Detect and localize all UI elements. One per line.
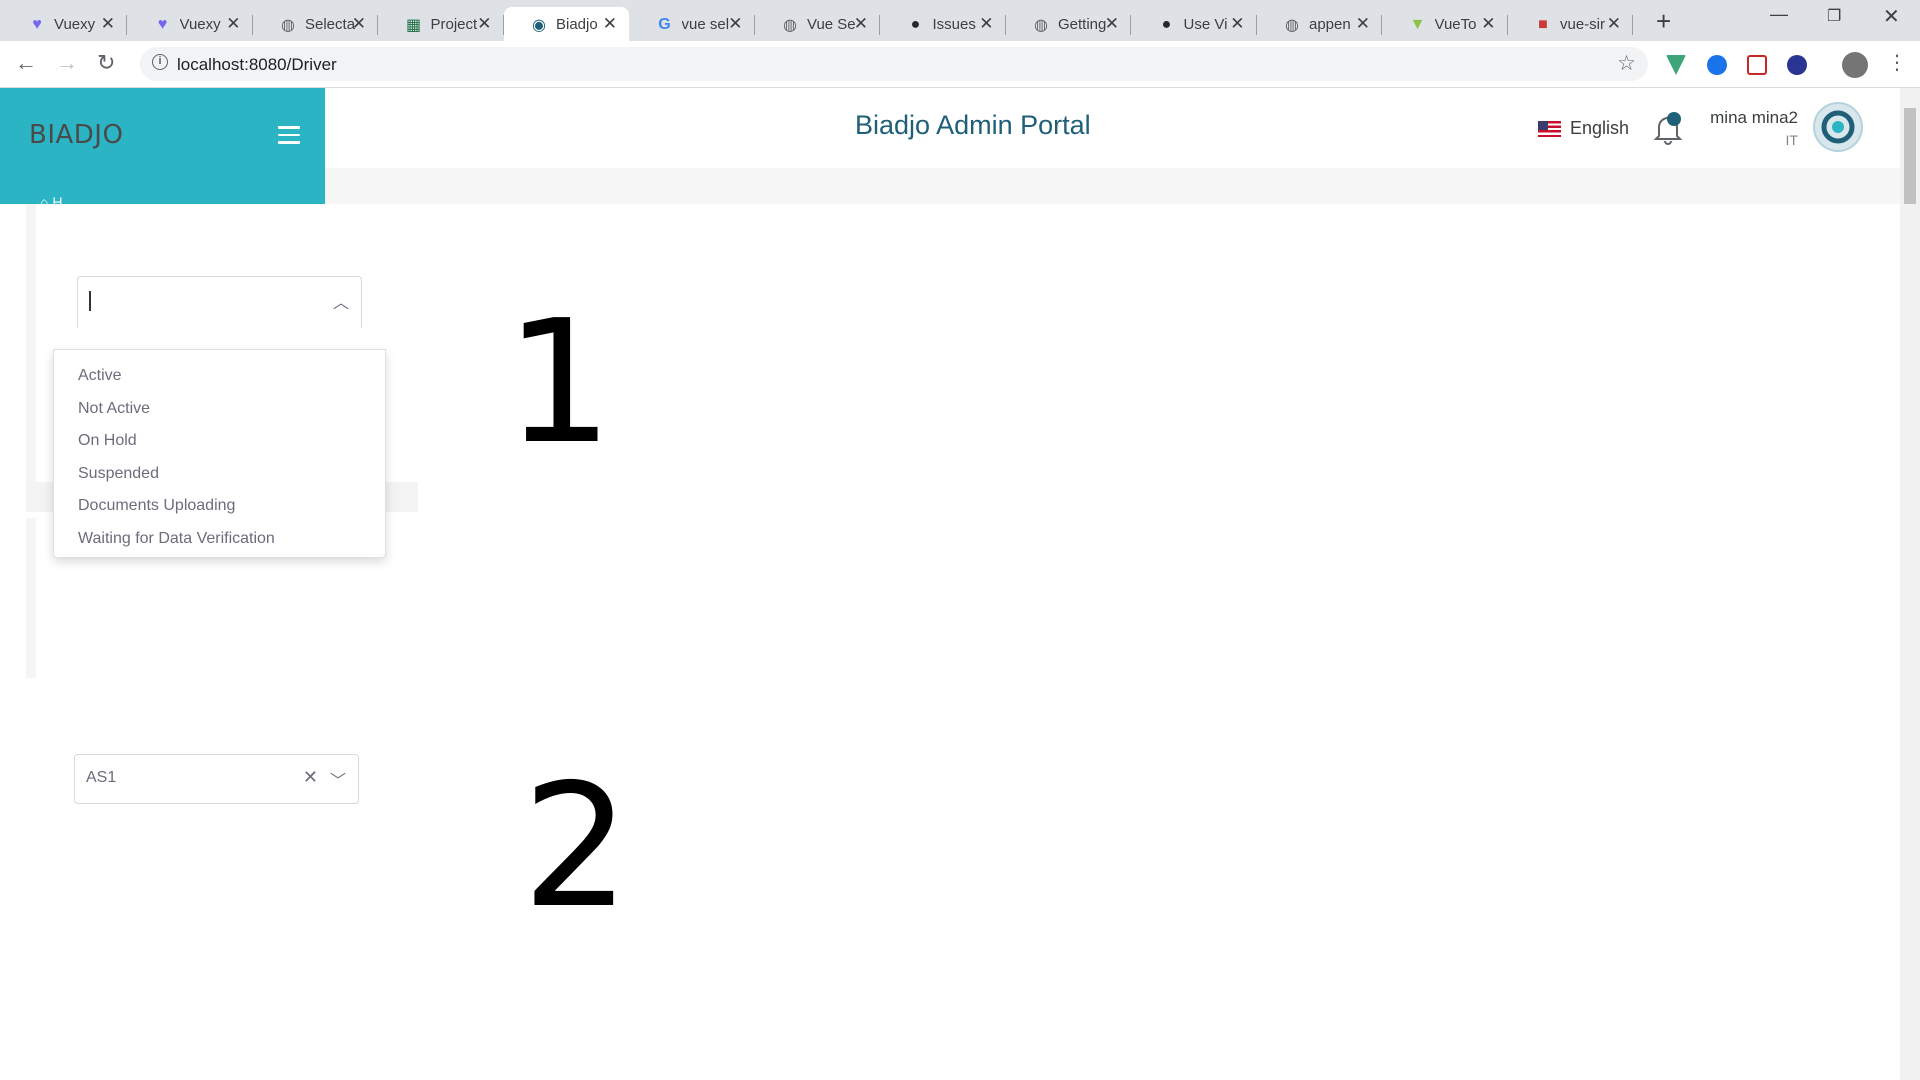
tab-close-icon[interactable]: ✕ (1356, 14, 1370, 34)
github-icon: ● (910, 16, 921, 33)
restore-icon[interactable]: ❐ (1827, 6, 1841, 26)
chevron-up-icon[interactable]: ︿ (333, 289, 349, 313)
forward-icon[interactable]: → (56, 50, 78, 76)
browser-tab[interactable]: ◉ Biadjo ✕ (504, 7, 629, 41)
status-select-open[interactable]: ︿ (77, 276, 362, 328)
page-title: Biadjo Admin Portal (855, 110, 1091, 140)
tab-close-icon[interactable]: ✕ (226, 14, 240, 34)
dropdown-option[interactable]: Documents Uploading (54, 490, 385, 523)
address-bar[interactable]: i localhost:8080/Driver ☆ (140, 47, 1648, 81)
browser-tab[interactable]: ◍ Selecta ✕ (253, 7, 378, 41)
app-root: BIADJO ⌂ H Biadjo Admin Portal English m… (0, 88, 1920, 1080)
sidebar-header: BIADJO ⌂ H (0, 88, 325, 204)
user-avatar[interactable] (1813, 102, 1863, 152)
home-nav-peek: ⌂ H (40, 194, 63, 204)
globe-icon: ◍ (783, 17, 797, 34)
tab-close-icon[interactable]: ✕ (979, 14, 993, 34)
url-text: localhost:8080/Driver (177, 55, 337, 74)
dropdown-option[interactable]: Active (54, 360, 385, 393)
excel-icon: ▦ (405, 17, 422, 34)
scrollbar-thumb[interactable] (1904, 108, 1916, 204)
profile-avatar-icon[interactable] (1842, 52, 1868, 78)
breadcrumb-band (325, 168, 1900, 204)
chevron-down-icon[interactable]: ﹀ (330, 767, 346, 791)
card-edge (26, 518, 36, 678)
close-window-icon[interactable]: ✕ (1883, 4, 1900, 29)
browser-tab[interactable]: ♥ Vuexy ✕ (2, 7, 127, 41)
tab-close-icon[interactable]: ✕ (854, 14, 868, 34)
dropdown-option[interactable]: On Hold (54, 425, 385, 458)
card-edge (26, 204, 36, 482)
browser-tab[interactable]: Gvue sel ✕ (630, 7, 755, 41)
browser-tab[interactable]: ▦ Project ✕ (379, 7, 504, 41)
select-value: AS1 (86, 769, 117, 786)
npm-icon: ■ (1538, 16, 1548, 33)
text-cursor (89, 291, 91, 311)
browser-toolbar: ← → ↻ i localhost:8080/Driver ☆ ⋮ (0, 41, 1920, 88)
tab-close-icon[interactable]: ✕ (1230, 14, 1244, 34)
github-icon: ● (1161, 16, 1172, 33)
extension-dark-icon[interactable] (1787, 55, 1807, 75)
browser-tab[interactable]: ◍ Getting ✕ (1006, 7, 1131, 41)
dropdown-option[interactable]: Waiting for Data Verification (54, 523, 385, 556)
notification-bell-icon[interactable] (1653, 112, 1683, 146)
browser-tab[interactable]: ▼ VueTo ✕ (1383, 7, 1508, 41)
biadjo-icon: ◉ (532, 17, 546, 34)
extension-red-icon[interactable] (1747, 55, 1767, 75)
tab-separator (1632, 15, 1633, 35)
browser-tab[interactable]: ■ vue-sir ✕ (1508, 7, 1633, 41)
dropdown-option[interactable]: Not Active (54, 393, 385, 426)
browser-menu-icon[interactable]: ⋮ (1887, 50, 1907, 75)
annotation-label-1: 1 (505, 284, 614, 482)
notification-dot (1667, 112, 1681, 126)
user-role: IT (1785, 132, 1798, 148)
browser-tab[interactable]: ◍ appen ✕ (1257, 7, 1382, 41)
globe-icon: ◍ (1285, 17, 1299, 34)
tab-close-icon[interactable]: ✕ (477, 14, 491, 34)
tab-close-icon[interactable]: ✕ (1105, 14, 1119, 34)
hamburger-menu-icon[interactable] (278, 126, 300, 149)
browser-tab[interactable]: ♥ Vuexy ✕ (128, 7, 253, 41)
vuexy-icon: ♥ (32, 16, 42, 33)
page-scrollbar[interactable] (1900, 88, 1920, 1080)
language-label: English (1570, 118, 1630, 138)
vue-devtools-icon[interactable] (1666, 55, 1686, 75)
new-tab-button[interactable]: + (1656, 6, 1671, 37)
status-dropdown-menu: Active Not Active On Hold Suspended Document… (53, 349, 386, 558)
vuetour-icon: ▼ (1409, 16, 1426, 33)
dropdown-option[interactable]: Suspended (54, 458, 385, 491)
bookmark-star-icon[interactable]: ☆ (1617, 51, 1636, 76)
extension-blue-icon[interactable] (1707, 55, 1727, 75)
globe-icon: ◍ (1034, 17, 1048, 34)
tab-close-icon[interactable]: ✕ (728, 14, 742, 34)
clear-icon[interactable]: ✕ (303, 767, 318, 788)
site-info-icon[interactable]: i (152, 54, 168, 70)
browser-tab[interactable]: ● Issues ✕ (881, 7, 1006, 41)
status-select-closed[interactable]: AS1 ✕ ﹀ (74, 754, 359, 804)
reload-icon[interactable]: ↻ (97, 50, 115, 76)
annotation-label-2: 2 (522, 748, 631, 946)
brand-logo[interactable]: BIADJO (29, 120, 123, 150)
google-icon: G (658, 16, 671, 33)
tab-close-icon[interactable]: ✕ (1607, 14, 1621, 34)
globe-icon: ◍ (281, 17, 295, 34)
minimize-icon[interactable]: — (1770, 4, 1788, 25)
vuexy-icon: ♥ (157, 16, 168, 33)
tab-close-icon[interactable]: ✕ (352, 14, 366, 34)
browser-tab[interactable]: ◍ Vue Se ✕ (755, 7, 880, 41)
us-flag-icon (1538, 120, 1561, 137)
language-selector[interactable]: English (1538, 118, 1629, 139)
back-icon[interactable]: ← (15, 50, 37, 76)
tab-close-icon[interactable]: ✕ (603, 14, 617, 34)
browser-tab-strip: ♥ Vuexy ✕ ♥ Vuexy ✕ ◍ Selecta ✕ ▦ Project ✕ ◉ Biadjo ✕… (0, 0, 1920, 41)
browser-tab[interactable]: ● Use Vi ✕ (1132, 7, 1257, 41)
tab-close-icon[interactable]: ✕ (1481, 14, 1495, 34)
top-navbar: Biadjo Admin Portal English mina mina2 I… (325, 88, 1900, 168)
user-name[interactable]: mina mina2 (1708, 108, 1798, 128)
tab-close-icon[interactable]: ✕ (101, 14, 115, 34)
